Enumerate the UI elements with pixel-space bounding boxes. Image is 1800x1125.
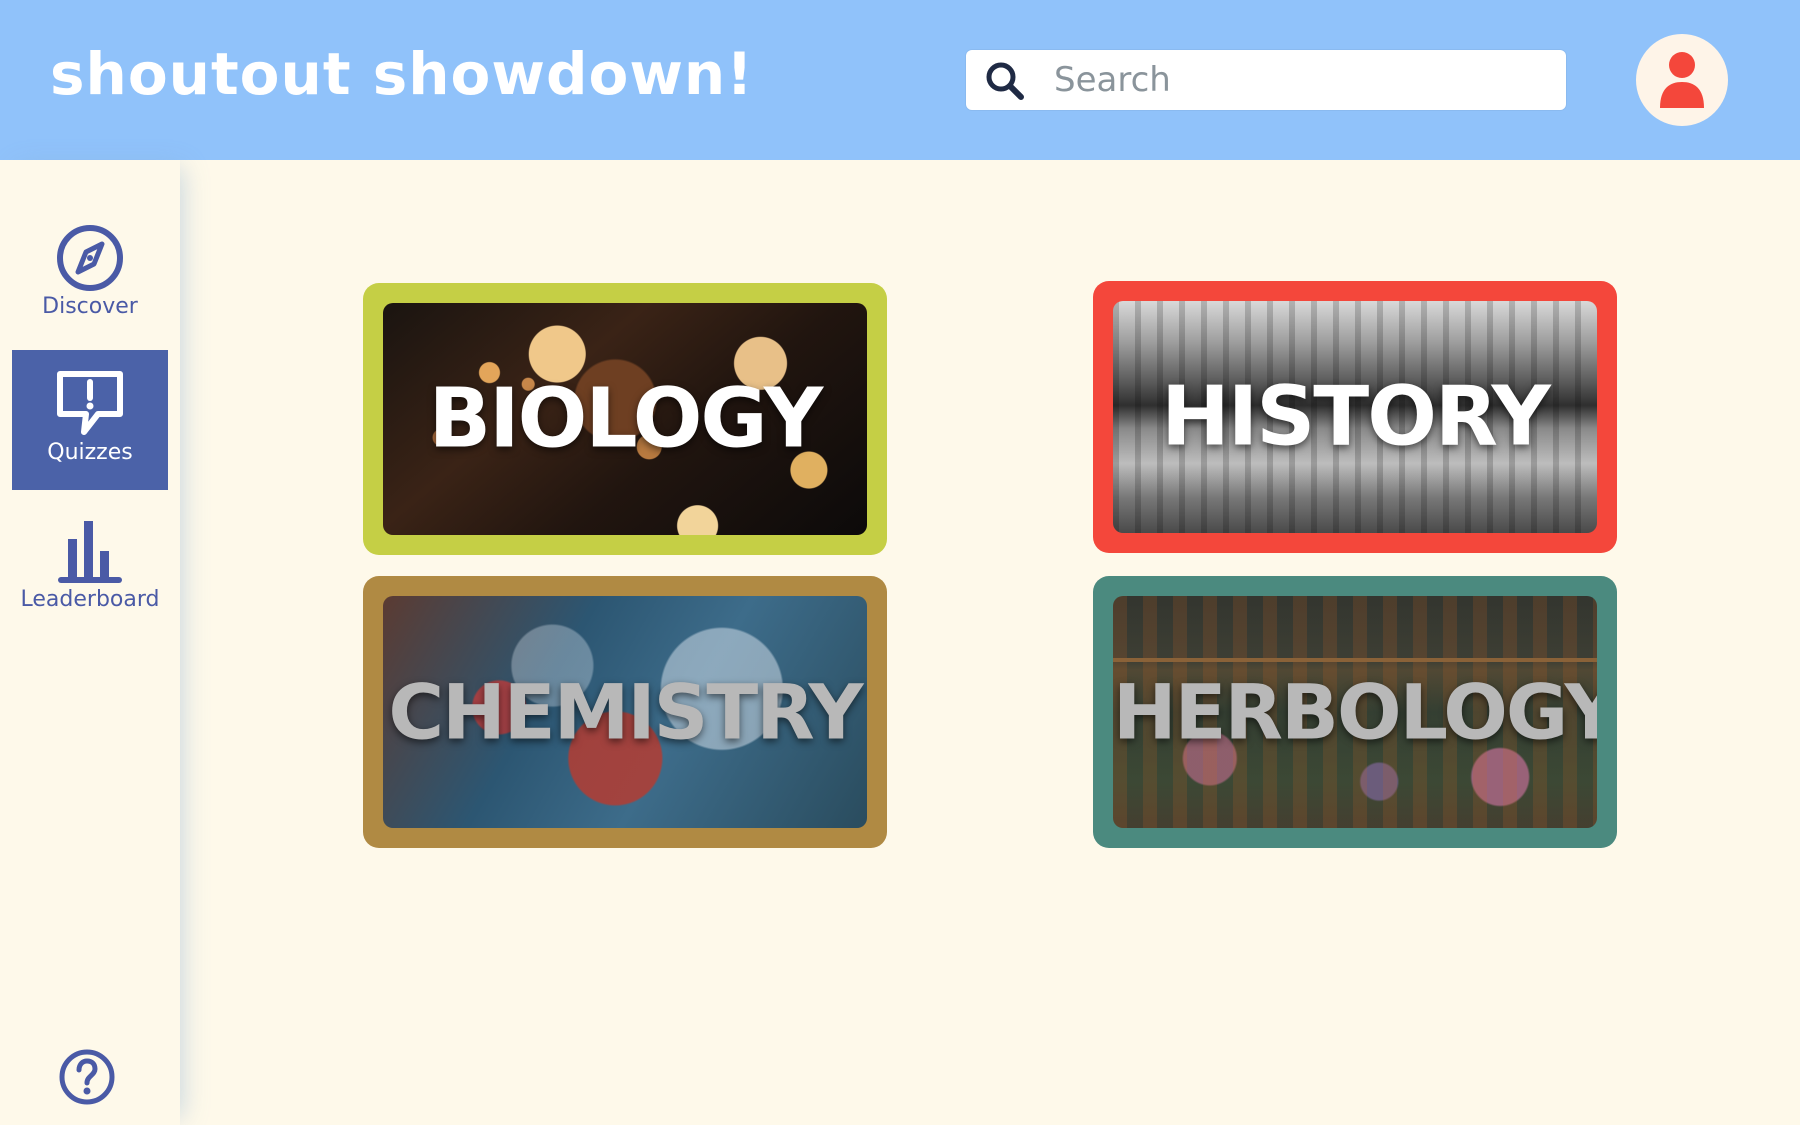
quiz-card-title: CHEMISTRY	[388, 667, 863, 757]
chemistry-image: CHEMISTRY	[383, 596, 867, 828]
bar-chart-icon	[58, 521, 122, 583]
sidebar-item-label: Quizzes	[47, 440, 133, 465]
sidebar: Discover Quizzes Leaderboard	[0, 160, 180, 1125]
quiz-card-history[interactable]: HISTORY	[1093, 281, 1617, 553]
speech-bubble-exclamation-icon	[57, 371, 123, 435]
biology-image: BIOLOGY	[383, 303, 867, 535]
quiz-card-title: BIOLOGY	[428, 371, 824, 467]
search-input[interactable]	[1052, 56, 1552, 104]
herbology-image: HERBOLOGY	[1113, 596, 1597, 828]
search-bar[interactable]	[966, 50, 1566, 110]
sidebar-item-label: Leaderboard	[20, 587, 160, 612]
quiz-card-chemistry[interactable]: CHEMISTRY	[363, 576, 887, 848]
sidebar-item-label: Discover	[42, 294, 138, 319]
shelf-divider	[1113, 658, 1597, 662]
app-title: shoutout showdown!	[50, 40, 754, 108]
user-icon	[1660, 52, 1704, 108]
quiz-card-biology[interactable]: BIOLOGY	[363, 283, 887, 555]
avatar[interactable]	[1636, 34, 1728, 126]
quiz-card-title: HERBOLOGY	[1113, 667, 1597, 757]
quiz-card-title: HISTORY	[1161, 369, 1551, 465]
top-header: shoutout showdown!	[0, 0, 1800, 160]
sidebar-item-leaderboard[interactable]: Leaderboard	[12, 515, 168, 615]
quiz-card-herbology[interactable]: HERBOLOGY	[1093, 576, 1617, 848]
help-icon[interactable]	[58, 1048, 116, 1106]
search-icon[interactable]	[984, 60, 1026, 102]
compass-icon	[57, 225, 123, 291]
sidebar-item-discover[interactable]: Discover	[12, 222, 168, 322]
history-image: HISTORY	[1113, 301, 1597, 533]
sidebar-item-quizzes[interactable]: Quizzes	[12, 350, 168, 490]
